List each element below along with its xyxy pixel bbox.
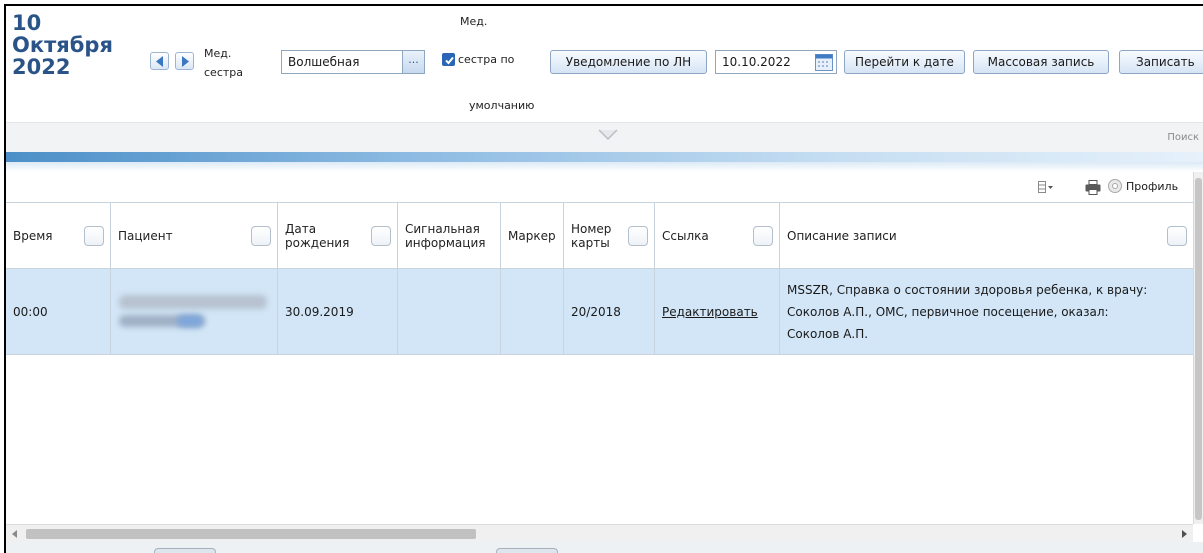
cell-description-value: MSSZR, Справка о состоянии здоровья ребе…	[787, 279, 1147, 345]
arrow-left-icon	[156, 56, 163, 67]
filter-collapse-bar: Поиск	[6, 122, 1203, 152]
bottom-tab[interactable]	[154, 548, 216, 553]
column-checkbox[interactable]	[1167, 225, 1187, 246]
column-header-card-number[interactable]: Номер карты	[564, 203, 655, 268]
appointments-grid: Время Пациент Дата рождения Сигнальная инф…	[6, 202, 1193, 524]
column-header-marker[interactable]: Маркер	[501, 203, 564, 268]
cell-time-value: 00:00	[13, 304, 48, 319]
record-button[interactable]: Записать	[1119, 50, 1203, 74]
arrow-right-icon	[182, 56, 189, 67]
column-label: Номер карты	[571, 222, 611, 250]
vertical-scrollbar[interactable]	[1193, 172, 1203, 524]
column-label-line1: Дата	[285, 221, 317, 236]
horizontal-scrollbar[interactable]	[6, 524, 1193, 542]
horizontal-scroll-thumb[interactable]	[26, 529, 476, 539]
app-window: 10 Октября 2022 Мед. сестра Волшебная ..…	[4, 4, 1203, 553]
gear-icon	[1108, 179, 1122, 193]
calendar-icon[interactable]	[815, 54, 833, 71]
default-nurse-label-line1: сестра по	[458, 53, 515, 66]
edit-link[interactable]: Редактировать	[662, 301, 758, 323]
nurse-label-line1: Мед.	[204, 47, 232, 60]
column-label: Сигнальная информация	[405, 222, 485, 250]
column-label: Описание записи	[787, 228, 897, 243]
toolbar: 10 Октября 2022 Мед. сестра Волшебная ..…	[6, 6, 1203, 122]
bottom-panel-edge	[6, 542, 1203, 553]
date-field[interactable]: 10.10.2022	[715, 50, 837, 74]
nurse-field-value: Волшебная	[288, 55, 360, 69]
column-checkbox[interactable]	[628, 225, 648, 246]
description-line1: MSSZR, Справка о состоянии здоровья ребе…	[787, 282, 1148, 297]
cell-link: Редактировать	[655, 269, 780, 354]
sick-leave-notify-button[interactable]: Уведомление по ЛН	[550, 50, 707, 74]
column-label: Пациент	[118, 228, 173, 243]
column-label-line1: Сигнальная	[405, 221, 480, 236]
column-header-description[interactable]: Описание записи	[780, 203, 1193, 268]
column-label-line1: Номер	[571, 221, 612, 236]
cell-card-number: 20/2018	[564, 269, 655, 354]
grid-header: Время Пациент Дата рождения Сигнальная инф…	[6, 203, 1193, 269]
default-nurse-checkbox[interactable]	[442, 53, 455, 66]
profile-label: Профиль	[1126, 180, 1179, 193]
cell-signal-info	[398, 269, 501, 354]
cell-card-number-value: 20/2018	[571, 304, 621, 319]
column-label-line2: карты	[571, 235, 610, 250]
column-label: Дата рождения	[285, 222, 349, 250]
profile-button[interactable]: Профиль	[1107, 178, 1178, 196]
cell-birth-date-value: 30.09.2019	[285, 304, 354, 319]
cell-patient	[111, 269, 278, 354]
table-row[interactable]: 00:00 30.09.2019 20/2018 Редактировать M…	[6, 269, 1193, 355]
columns-menu-icon[interactable]	[1038, 181, 1054, 193]
redacted-patient-name	[119, 295, 269, 329]
default-nurse-label-line2: умолчанию	[469, 99, 535, 112]
cell-marker	[501, 269, 564, 354]
column-label-line2: информация	[405, 235, 486, 250]
description-line2: Соколов А.П., ОМС, первичное посещение, …	[787, 304, 1109, 319]
nurse-label-line2: сестра	[204, 66, 243, 79]
checkmark-icon	[445, 56, 454, 65]
prev-day-button[interactable]	[150, 52, 169, 70]
current-date: 10 Октября 2022	[12, 12, 152, 78]
column-header-patient[interactable]: Пациент	[111, 203, 278, 268]
description-line3: Соколов А.П.	[787, 326, 869, 341]
cell-birth-date: 30.09.2019	[278, 269, 398, 354]
grid-toolbar: Профиль	[6, 172, 1193, 202]
goto-date-button[interactable]: Перейти к дате	[844, 50, 965, 74]
column-checkbox[interactable]	[84, 225, 104, 246]
column-checkbox[interactable]	[753, 225, 773, 246]
vertical-scroll-thumb[interactable]	[1195, 178, 1202, 520]
column-label-line2: рождения	[285, 235, 350, 250]
column-checkbox[interactable]	[251, 225, 271, 246]
section-divider	[6, 152, 1203, 172]
bottom-tab[interactable]	[496, 548, 558, 553]
date-field-value: 10.10.2022	[722, 55, 791, 69]
scroll-right-icon[interactable]	[1181, 530, 1187, 538]
column-header-birth-date[interactable]: Дата рождения	[278, 203, 398, 268]
column-checkbox[interactable]	[371, 225, 391, 246]
nurse-label: Мед. сестра	[204, 44, 246, 82]
nurse-field[interactable]: Волшебная ...	[281, 50, 425, 74]
date-day: 10	[12, 11, 42, 35]
cell-description: MSSZR, Справка о состоянии здоровья ребе…	[780, 269, 1193, 354]
column-header-signal-info[interactable]: Сигнальная информация	[398, 203, 501, 268]
column-label: Ссылка	[662, 228, 709, 243]
nurse-picker-button[interactable]: ...	[402, 51, 424, 73]
next-day-button[interactable]	[175, 52, 194, 70]
date-month: Октября	[12, 33, 113, 57]
scroll-left-icon[interactable]	[12, 530, 18, 538]
date-year: 2022	[12, 55, 71, 79]
column-header-time[interactable]: Время	[6, 203, 111, 268]
column-label: Время	[13, 228, 53, 243]
search-link[interactable]: Поиск	[1167, 132, 1199, 143]
default-nurse-label-top: Мед.	[460, 15, 488, 28]
column-label: Маркер	[508, 228, 556, 243]
chevron-down-icon[interactable]	[598, 129, 618, 141]
printer-icon[interactable]	[1085, 180, 1101, 195]
column-header-link[interactable]: Ссылка	[655, 203, 780, 268]
cell-time: 00:00	[6, 269, 111, 354]
mass-record-button[interactable]: Массовая запись	[973, 50, 1109, 74]
